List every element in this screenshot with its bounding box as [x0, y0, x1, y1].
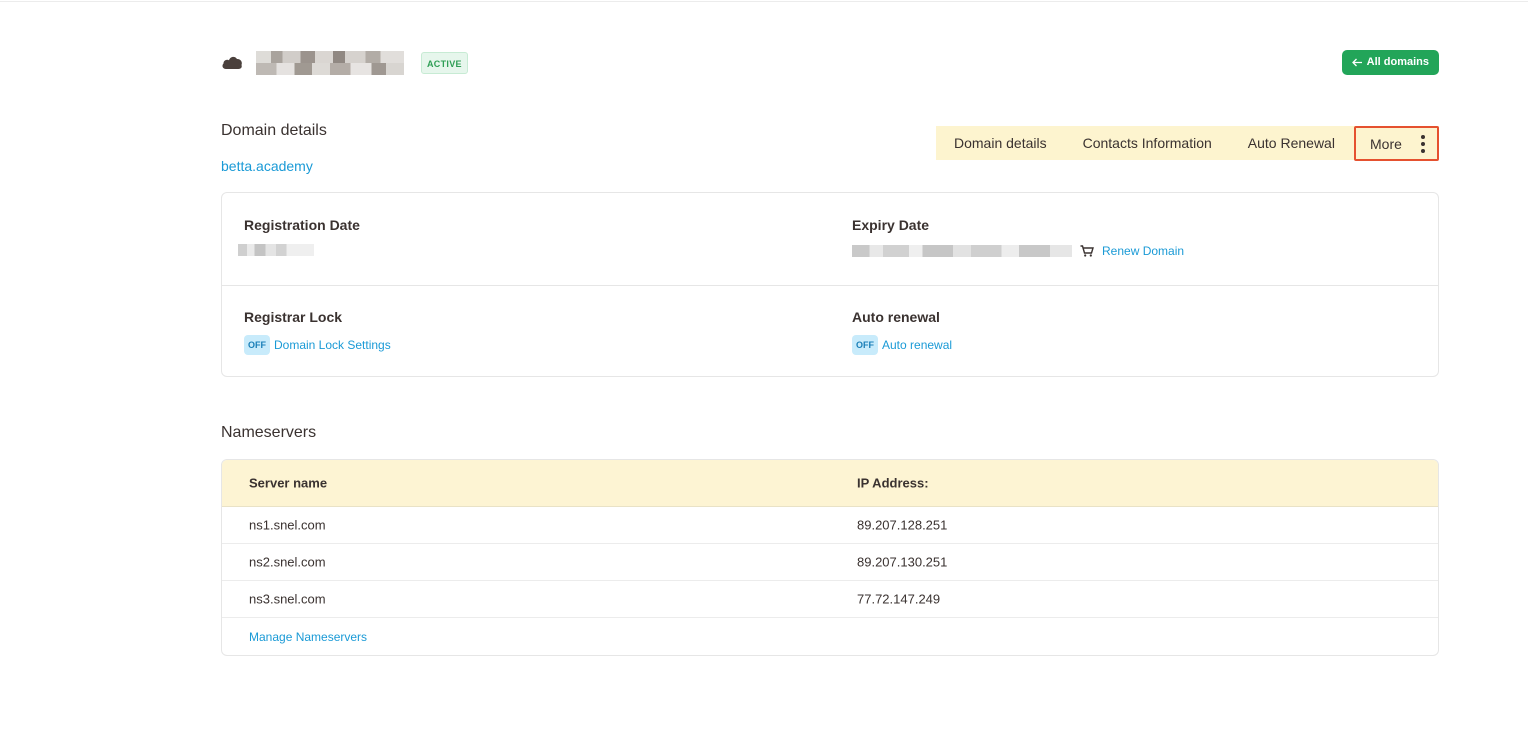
tab-bar: Domain details Contacts Information Auto… — [936, 126, 1439, 161]
registration-date-field: Registration Date — [238, 217, 360, 256]
all-domains-button[interactable]: All domains — [1341, 50, 1439, 75]
auto-renewal-field: Auto renewal OFF Auto renewal — [852, 309, 952, 355]
nameservers-table-header: Server name IP Address: — [222, 460, 1438, 507]
expiry-date-field: Expiry Date Renew Domain — [852, 217, 1184, 258]
table-row-manage: Manage Nameservers — [222, 618, 1438, 655]
domain-name-redacted — [256, 51, 404, 75]
tab-more[interactable]: More — [1354, 126, 1439, 161]
nameservers-table: Server name IP Address: ns1.snel.com 89.… — [221, 459, 1439, 656]
domain-lock-settings-link[interactable]: Domain Lock Settings — [274, 338, 391, 352]
table-row: ns3.snel.com 77.72.147.249 — [222, 581, 1438, 618]
column-header-server-name: Server name — [249, 475, 328, 491]
details-row-dates: Registration Date Expiry Date Renew Doma… — [222, 193, 1438, 285]
auto-renewal-status-badge: OFF — [852, 335, 878, 355]
cloud-icon — [222, 56, 242, 69]
renew-domain-link[interactable]: Renew Domain — [1102, 244, 1184, 258]
top-divider — [0, 0, 1528, 2]
more-vertical-icon — [1421, 134, 1425, 153]
expiry-date-redacted — [852, 245, 1072, 257]
cart-icon — [1080, 245, 1094, 257]
expiry-date-label: Expiry Date — [852, 217, 930, 233]
registration-date-label: Registration Date — [244, 217, 360, 233]
status-badge: ACTIVE — [421, 52, 468, 74]
registrar-lock-status-badge: OFF — [244, 335, 270, 355]
ip-address-cell: 77.72.147.249 — [857, 591, 941, 607]
tab-auto-renewal[interactable]: Auto Renewal — [1230, 126, 1353, 160]
auto-renewal-label: Auto renewal — [852, 309, 940, 325]
tab-more-label: More — [1370, 135, 1402, 152]
registrar-lock-field: Registrar Lock OFF Domain Lock Settings — [244, 309, 391, 355]
column-header-ip-address: IP Address: — [857, 475, 929, 491]
domain-details-card: Registration Date Expiry Date Renew Doma… — [221, 192, 1439, 377]
server-name-cell: ns2.snel.com — [249, 554, 326, 570]
tab-domain-details[interactable]: Domain details — [936, 126, 1065, 160]
ip-address-cell: 89.207.130.251 — [857, 554, 948, 570]
page-header: ACTIVE All domains — [221, 48, 1439, 78]
tab-contacts-information[interactable]: Contacts Information — [1065, 126, 1230, 160]
arrow-left-icon — [1351, 58, 1362, 67]
server-name-cell: ns1.snel.com — [249, 517, 326, 533]
section-title-domain-details: Domain details — [221, 122, 327, 139]
server-name-cell: ns3.snel.com — [249, 591, 326, 607]
all-domains-label: All domains — [1366, 56, 1429, 68]
details-row-settings: Registrar Lock OFF Domain Lock Settings … — [222, 285, 1438, 377]
registrar-lock-label: Registrar Lock — [244, 309, 343, 325]
manage-nameservers-link[interactable]: Manage Nameservers — [249, 630, 367, 644]
table-row: ns1.snel.com 89.207.128.251 — [222, 507, 1438, 544]
section-title-nameservers: Nameservers — [221, 424, 317, 441]
auto-renewal-link[interactable]: Auto renewal — [882, 338, 952, 352]
ip-address-cell: 89.207.128.251 — [857, 517, 948, 533]
registration-date-redacted — [238, 244, 314, 256]
table-row: ns2.snel.com 89.207.130.251 — [222, 544, 1438, 581]
domain-link[interactable]: betta.academy — [221, 158, 313, 174]
